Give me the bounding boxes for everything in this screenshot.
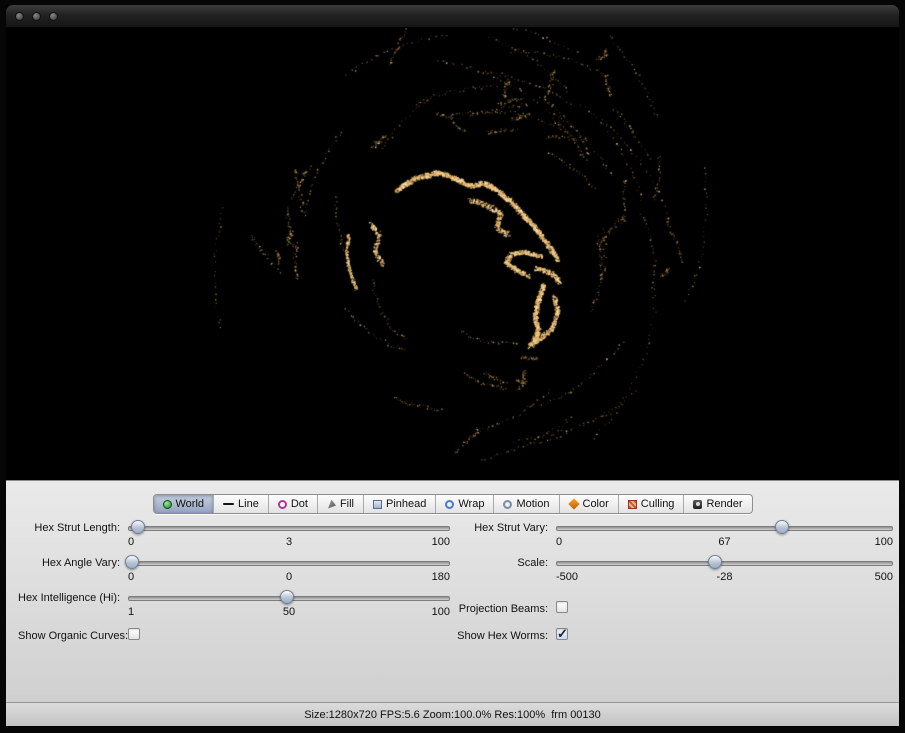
slider-thumb[interactable] <box>131 520 145 534</box>
tab-label: World <box>175 498 204 510</box>
slider-value-label: 67 <box>718 536 730 548</box>
controls-right-column: Hex Strut Vary: 0 67 100 Scale: -500 -28 500 Pro… <box>456 519 893 655</box>
slider-thumb[interactable] <box>708 555 722 569</box>
slider-max-label: 100 <box>432 536 450 548</box>
slider-track[interactable] <box>128 526 450 531</box>
tab-label: Dot <box>291 498 308 510</box>
checkbox-projection-beams[interactable] <box>556 601 568 613</box>
slider-max-label: 100 <box>432 606 450 618</box>
slider-hex-intelligence-hi[interactable]: 1 50 100 <box>128 589 450 624</box>
zoom-button[interactable] <box>49 12 58 21</box>
slider-value-label: 0 <box>286 571 292 583</box>
checkbox-show-organic-curves[interactable] <box>128 628 140 640</box>
checkbox-show-hex-worms[interactable] <box>556 628 568 640</box>
controls: Hex Strut Length: 0 3 100 Hex Angle Vary: 0 0 1… <box>6 519 899 684</box>
slider-label: Hex Intelligence (Hi): <box>18 589 120 624</box>
tab-label: Wrap <box>458 498 484 510</box>
checkbox-label: Projection Beams: <box>456 601 548 615</box>
slider-min-label: 0 <box>128 571 134 583</box>
controls-left-column: Hex Strut Length: 0 3 100 Hex Angle Vary: 0 0 1… <box>18 519 450 655</box>
checkbox-row: Show Organic Curves: <box>18 628 450 655</box>
world-icon <box>162 500 171 509</box>
tab-pinhead[interactable]: Pinhead <box>364 495 436 513</box>
minimize-button[interactable] <box>32 12 41 21</box>
slider-max-label: 500 <box>875 571 893 583</box>
traffic-lights <box>15 12 58 21</box>
slider-min-label: 0 <box>556 536 562 548</box>
slider-scale: 0 0 180 <box>128 571 450 584</box>
slider-value-label: 50 <box>283 606 295 618</box>
app-window: World Line Dot Fill Pinhead Wrap Motion Color Cu… <box>6 5 899 727</box>
tab-fill[interactable]: Fill <box>318 495 364 513</box>
tab-render[interactable]: Render <box>684 495 751 513</box>
slider-hex-strut-length[interactable]: 0 3 100 <box>128 519 450 554</box>
slider-scale[interactable]: -500 -28 500 <box>556 554 893 589</box>
line-icon <box>223 503 234 505</box>
slider-min-label: 0 <box>128 536 134 548</box>
tab-world[interactable]: World <box>153 495 214 513</box>
slider-value-label: -28 <box>717 571 733 583</box>
slider-thumb[interactable] <box>125 555 139 569</box>
slider-row: Scale: -500 -28 500 <box>456 554 893 589</box>
slider-row: Hex Angle Vary: 0 0 180 <box>18 554 450 589</box>
slider-track[interactable] <box>556 526 893 531</box>
close-button[interactable] <box>15 12 24 21</box>
tab-label: Pinhead <box>386 498 426 510</box>
status-bar: Size:1280x720 FPS:5.6 Zoom:100.0% Res:10… <box>6 702 899 726</box>
tab-wrap[interactable]: Wrap <box>436 495 494 513</box>
checkbox-label: Show Organic Curves: <box>18 628 120 642</box>
slider-thumb[interactable] <box>280 590 294 604</box>
slider-track[interactable] <box>556 561 893 566</box>
slider-min-label: 1 <box>128 606 134 618</box>
globe-visualization[interactable] <box>6 28 899 480</box>
slider-label: Hex Strut Length: <box>18 519 120 554</box>
slider-thumb[interactable] <box>775 520 789 534</box>
tab-dot[interactable]: Dot <box>269 495 318 513</box>
slider-label: Scale: <box>456 554 548 589</box>
mode-tab-bar: World Line Dot Fill Pinhead Wrap Motion Color Cu… <box>152 494 752 514</box>
slider-min-label: -500 <box>556 571 578 583</box>
slider-max-label: 100 <box>875 536 893 548</box>
fill-icon <box>327 500 336 509</box>
slider-row: Hex Strut Vary: 0 67 100 <box>456 519 893 554</box>
control-panel: World Line Dot Fill Pinhead Wrap Motion Color Cu… <box>6 480 899 726</box>
checkbox-row: Show Hex Worms: <box>456 628 893 655</box>
slider-scale: -500 -28 500 <box>556 571 893 584</box>
tab-culling[interactable]: Culling <box>619 495 685 513</box>
tab-label: Culling <box>641 498 675 510</box>
slider-scale: 0 3 100 <box>128 536 450 549</box>
culling-icon <box>628 500 637 509</box>
viewport <box>6 28 899 480</box>
slider-scale: 0 67 100 <box>556 536 893 549</box>
tab-line[interactable]: Line <box>214 495 269 513</box>
render-icon <box>693 500 702 509</box>
tab-color[interactable]: Color <box>560 495 619 513</box>
tab-label: Render <box>706 498 742 510</box>
title-bar <box>6 5 899 28</box>
status-text: Size:1280x720 FPS:5.6 Zoom:100.0% Res:10… <box>304 709 601 721</box>
pinhead-icon <box>373 500 382 509</box>
color-icon <box>568 498 579 509</box>
screen: World Line Dot Fill Pinhead Wrap Motion Color Cu… <box>0 0 905 733</box>
motion-icon <box>503 500 512 509</box>
slider-max-label: 180 <box>432 571 450 583</box>
checkbox-label: Show Hex Worms: <box>456 628 548 642</box>
tab-label: Color <box>583 498 609 510</box>
checkbox-row: Projection Beams: <box>456 601 893 628</box>
slider-scale: 1 50 100 <box>128 606 450 619</box>
slider-hex-strut-vary[interactable]: 0 67 100 <box>556 519 893 554</box>
tab-label: Line <box>238 498 259 510</box>
slider-label: Hex Angle Vary: <box>18 554 120 589</box>
slider-hex-angle-vary[interactable]: 0 0 180 <box>128 554 450 589</box>
slider-row: Hex Intelligence (Hi): 1 50 100 <box>18 589 450 624</box>
tab-motion[interactable]: Motion <box>494 495 559 513</box>
wrap-icon <box>445 500 454 509</box>
slider-track[interactable] <box>128 561 450 566</box>
slider-value-label: 3 <box>286 536 292 548</box>
slider-row: Hex Strut Length: 0 3 100 <box>18 519 450 554</box>
tab-label: Motion <box>516 498 549 510</box>
slider-label: Hex Strut Vary: <box>456 519 548 554</box>
dot-icon <box>278 500 287 509</box>
tab-label: Fill <box>340 498 354 510</box>
